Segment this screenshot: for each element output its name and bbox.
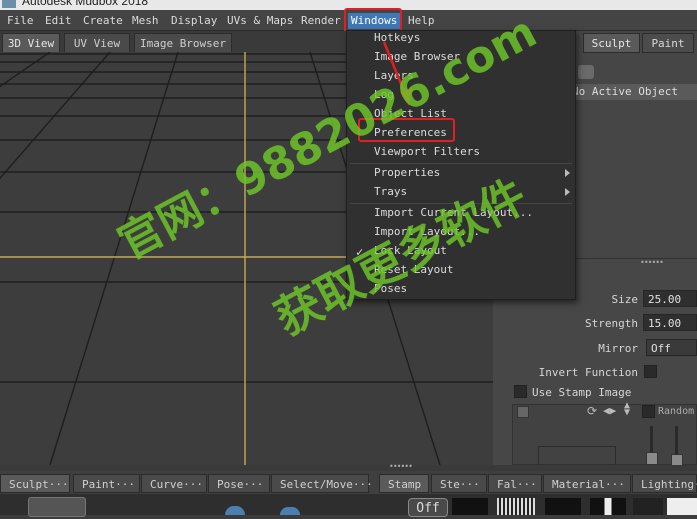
submenu-arrow-icon — [565, 188, 570, 196]
use-stamp-image-checkbox[interactable] — [514, 385, 527, 398]
stamp-thumbnail[interactable] — [545, 498, 581, 515]
panel-resize-grip[interactable]: •••••• — [640, 259, 664, 267]
paint-mode-button[interactable]: Paint — [642, 33, 694, 53]
strength-field[interactable]: 15.00 — [643, 314, 697, 331]
invert-function-label: Invert Function — [538, 366, 638, 379]
flip-horizontal-icon[interactable]: ◀▶ — [603, 404, 616, 417]
menu-display[interactable]: Display — [168, 13, 220, 29]
menu-file[interactable]: File — [4, 13, 37, 29]
menu-render[interactable]: Render — [298, 13, 344, 29]
shelf-tab-sculpt[interactable]: Sculpt··· — [0, 474, 70, 493]
sculpt-tool-icon[interactable] — [28, 497, 86, 517]
active-object-label: No Active Object — [566, 84, 697, 100]
menu-edit[interactable]: Edit — [42, 13, 75, 29]
tray-tab-lighting[interactable]: Lighting··· — [632, 474, 697, 493]
tray-tab-falloff[interactable]: Fal··· — [488, 474, 542, 493]
stamp-thumbnail[interactable] — [452, 498, 488, 515]
tab-image-browser[interactable]: Image Browser — [134, 33, 232, 52]
stamp-preview[interactable] — [538, 446, 616, 466]
menu-item-viewport-filters[interactable]: Viewport Filters — [374, 143, 480, 161]
menu-help[interactable]: Help — [405, 13, 438, 29]
stamp-thumbnail[interactable] — [590, 498, 626, 515]
stamp-thumbnail[interactable] — [667, 498, 697, 515]
size-field[interactable]: 25.00 — [643, 290, 697, 307]
tray-tab-material[interactable]: Material··· — [543, 474, 631, 493]
slider-thumb-1[interactable] — [646, 452, 658, 465]
rotate-icon[interactable]: ⟳ — [587, 404, 597, 418]
object-icon[interactable] — [578, 65, 594, 79]
stamp-thumbnail[interactable] — [633, 498, 663, 515]
window-title: Autodesk Mudbox 2018 — [22, 0, 149, 8]
size-label: Size — [611, 293, 639, 306]
shelf-tab-pose[interactable]: Pose··· — [208, 474, 270, 493]
mirror-dropdown[interactable]: Off — [646, 339, 697, 356]
shelf-resize-grip[interactable]: •••••• — [389, 463, 413, 471]
random-label: Random — [658, 406, 695, 417]
use-stamp-image-label: Use Stamp Image — [532, 386, 632, 399]
invert-function-checkbox[interactable] — [644, 365, 657, 378]
menu-item-trays[interactable]: Trays — [374, 183, 407, 201]
shelf-tab-select-move[interactable]: Select/Move··· — [271, 474, 373, 493]
stamp-off-button[interactable]: Off — [408, 498, 448, 517]
tab-3d-view[interactable]: 3D View — [2, 33, 60, 52]
tool-icon[interactable] — [225, 506, 245, 515]
strength-label: Strength — [585, 317, 638, 330]
sculpt-mode-button[interactable]: Sculpt — [583, 33, 640, 53]
tool-icon[interactable] — [280, 507, 300, 515]
random-checkbox[interactable] — [642, 405, 655, 418]
tray-tab-stamp[interactable]: Stamp — [379, 474, 429, 493]
stamp-thumbnail[interactable] — [497, 498, 535, 515]
tray-tab-stencil[interactable]: Ste··· — [431, 474, 487, 493]
mirror-label: Mirror — [598, 342, 638, 355]
menu-mesh[interactable]: Mesh — [129, 13, 162, 29]
menu-item-properties[interactable]: Properties — [374, 164, 440, 182]
shelf-tab-curve[interactable]: Curve··· — [141, 474, 207, 493]
menu-uvs-maps[interactable]: UVs & Maps — [224, 13, 296, 29]
submenu-arrow-icon — [565, 169, 570, 177]
flip-vertical-icon[interactable]: ▲ ▼ — [624, 401, 630, 418]
app-icon — [2, 0, 16, 8]
menu-create[interactable]: Create — [80, 13, 126, 29]
stamp-settings-icon[interactable] — [517, 406, 529, 418]
shelf-tab-paint[interactable]: Paint··· — [73, 474, 140, 493]
tab-uv-view[interactable]: UV View — [64, 33, 130, 52]
